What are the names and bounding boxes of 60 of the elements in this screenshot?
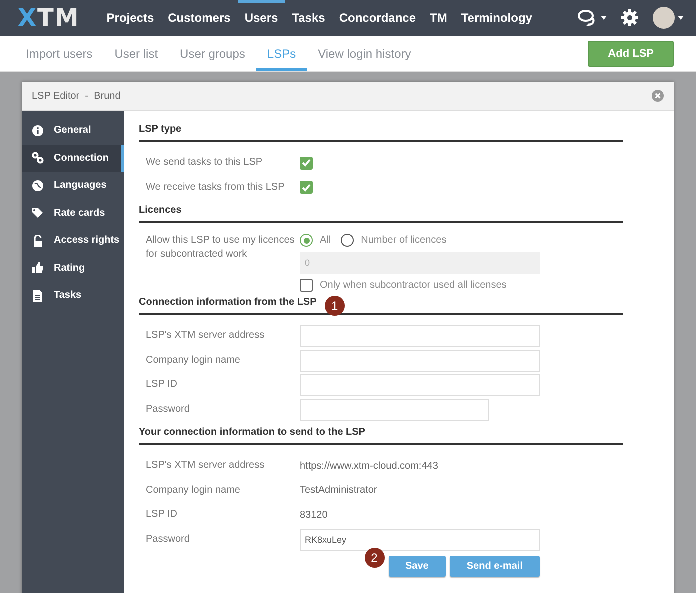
input-field[interactable] — [300, 398, 489, 421]
radio-label: All — [320, 235, 332, 246]
link-icon — [32, 152, 44, 164]
field-label: Company login name — [145, 484, 242, 498]
caret-icon — [678, 16, 684, 20]
field-label: We send tasks to this LSP — [145, 156, 264, 170]
field-label: Password — [145, 402, 191, 417]
lock-icon — [32, 234, 44, 247]
checkbox[interactable] — [300, 156, 313, 170]
sidebar-item[interactable]: Access rights — [22, 227, 124, 254]
close-icon[interactable] — [652, 90, 664, 102]
step-badge: 1 — [324, 296, 345, 316]
nav-item[interactable]: Customers — [161, 0, 238, 36]
field-value: TestAdministrator — [300, 485, 378, 496]
nav-item[interactable]: Tasks — [285, 0, 332, 36]
field-label: LSP ID — [145, 508, 178, 522]
section-title: LSP type — [139, 124, 182, 135]
step-badge: 2 — [364, 548, 384, 568]
sidebar-item[interactable]: Tasks — [22, 282, 124, 310]
dialog-title: LSP Editor - Brund — [32, 90, 121, 102]
radio-button[interactable] — [341, 234, 354, 247]
nav-item[interactable]: Projects — [100, 0, 162, 36]
sidebar-item[interactable]: Connection — [22, 144, 124, 172]
nav-item[interactable]: TM — [423, 0, 454, 36]
field-label: Company login name — [145, 354, 242, 368]
checkbox[interactable] — [300, 181, 313, 194]
document-icon — [32, 290, 44, 302]
checkbox-label: Only when subcontractor used all licenses — [320, 280, 507, 291]
field-label: LSP's XTM server address — [145, 459, 266, 474]
nav-item[interactable]: Concordance — [332, 0, 424, 36]
input-field[interactable] — [300, 374, 540, 396]
sidebar-item[interactable]: Languages — [22, 172, 124, 200]
input-field[interactable] — [300, 325, 540, 348]
user-menu[interactable] — [653, 7, 684, 29]
field-label: LSP ID — [145, 378, 178, 392]
radio-label: Number of licences — [361, 235, 447, 246]
radio-button[interactable] — [300, 234, 313, 247]
logo[interactable]: XTM — [18, 4, 80, 32]
section-title: Licences — [139, 205, 182, 216]
input-field[interactable]: RK8xuLey — [300, 528, 540, 551]
nav-item[interactable]: Terminology — [454, 0, 540, 36]
field-label: Allow this LSP to use my licences for subcontracted work — [145, 234, 296, 262]
settings-icon[interactable] — [621, 9, 639, 27]
field-label: We receive tasks from this LSP — [145, 180, 286, 195]
sidebar-item[interactable]: Rate cards — [22, 200, 124, 227]
field-label: Password — [145, 532, 191, 547]
section-title: Your connection information to send to the LSP — [139, 427, 366, 438]
info-icon — [32, 124, 44, 137]
input-field[interactable] — [300, 350, 540, 372]
tag-icon — [32, 207, 44, 220]
sidebar-item[interactable]: Rating — [22, 254, 124, 282]
field-value: 83120 — [300, 510, 328, 521]
section-title: Connection information from the LSP — [139, 297, 317, 308]
thumbs-up-icon — [32, 262, 44, 274]
field-label: LSP's XTM server address — [145, 329, 266, 344]
sidebar-item[interactable]: General — [22, 117, 124, 144]
caret-icon — [601, 16, 607, 20]
checkbox[interactable] — [300, 279, 313, 292]
field-value: https://www.xtm-cloud.com:443 — [300, 460, 438, 472]
chat-menu[interactable] — [578, 10, 607, 26]
